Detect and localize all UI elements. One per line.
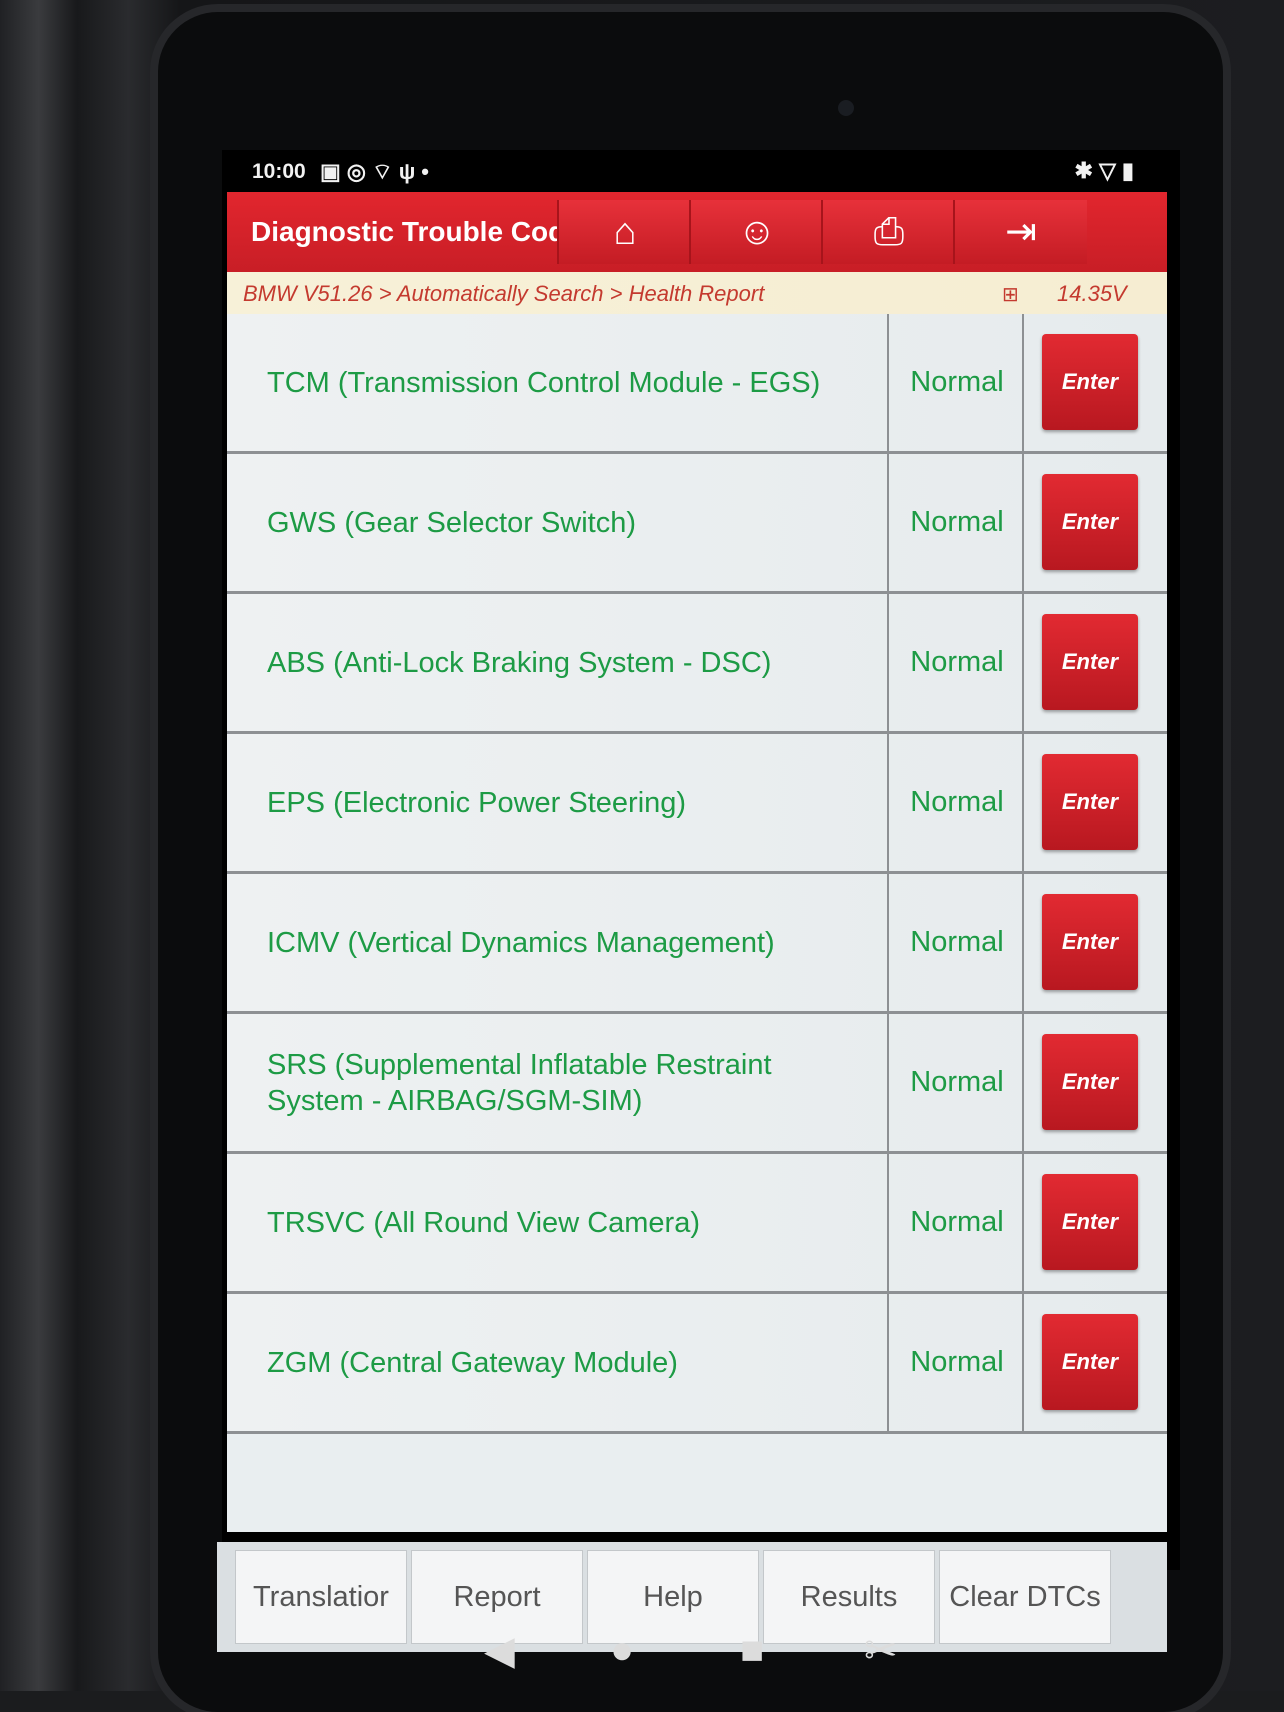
column-divider: [1022, 874, 1024, 1011]
column-divider: [887, 594, 889, 731]
title-bar: Diagnostic Trouble Cod ⌂ ☺ ⎙ ⇥: [227, 192, 1167, 272]
print-icon: ⎙: [873, 211, 905, 253]
module-row: GWS (Gear Selector Switch) Normal Enter: [227, 454, 1167, 594]
enter-button[interactable]: Enter: [1042, 614, 1138, 710]
system-icons: ✱▽▮: [1075, 158, 1140, 184]
module-row: TCM (Transmission Control Module - EGS) …: [227, 314, 1167, 454]
battery-voltage: 14.35V: [1057, 281, 1127, 306]
module-row: ICMV (Vertical Dynamics Management) Norm…: [227, 874, 1167, 1014]
breadcrumb: BMW V51.26 > Automatically Search > Heal…: [227, 272, 1167, 314]
enter-button[interactable]: Enter: [1042, 1314, 1138, 1410]
breadcrumb-path: BMW V51.26 > Automatically Search > Heal…: [243, 281, 765, 306]
print-button[interactable]: ⎙: [821, 200, 955, 264]
module-name: ICMV (Vertical Dynamics Management): [267, 926, 775, 959]
module-name: GWS (Gear Selector Switch): [267, 506, 637, 539]
usb-icon: ψ: [398, 159, 422, 184]
enter-button[interactable]: Enter: [1042, 474, 1138, 570]
enter-button[interactable]: Enter: [1042, 1174, 1138, 1270]
support-icon: ☺: [737, 211, 777, 253]
enter-button[interactable]: Enter: [1042, 334, 1138, 430]
dot-icon: •: [421, 159, 435, 184]
android-nav-bar: ◀ ● ■ ✂: [222, 1610, 1180, 1700]
exit-button[interactable]: ⇥: [953, 200, 1087, 264]
alarm-icon: ◎: [346, 159, 372, 184]
module-status: Normal: [910, 506, 1004, 538]
module-status: Normal: [910, 646, 1004, 678]
home-circle-icon[interactable]: ●: [610, 1628, 634, 1673]
clock: 10:00: [252, 160, 306, 183]
support-button[interactable]: ☺: [689, 200, 823, 264]
status-bar: 10:00 ▣◎⌔ψ• ✱▽▮: [252, 150, 1152, 192]
module-row: TRSVC (All Round View Camera) Normal Ent…: [227, 1154, 1167, 1294]
enter-button[interactable]: Enter: [1042, 894, 1138, 990]
module-name: ZGM (Central Gateway Module): [267, 1346, 678, 1379]
column-divider: [887, 734, 889, 871]
enter-button[interactable]: Enter: [1042, 754, 1138, 850]
battery-icon: ▮: [1121, 158, 1140, 183]
column-divider: [1022, 1154, 1024, 1291]
car-battery-icon: ⊞: [1002, 284, 1019, 306]
column-divider: [887, 314, 889, 451]
module-status: Normal: [910, 1346, 1004, 1378]
module-row: EPS (Electronic Power Steering) Normal E…: [227, 734, 1167, 874]
home-icon: ⌂: [613, 211, 637, 253]
recents-icon[interactable]: ■: [740, 1628, 764, 1673]
device-screen: 10:00 ▣◎⌔ψ• ✱▽▮ Diagnostic Trouble Cod ⌂…: [217, 150, 1180, 1673]
module-status: Normal: [910, 366, 1004, 398]
module-name: TCM (Transmission Control Module - EGS): [267, 366, 821, 399]
column-divider: [1022, 594, 1024, 731]
column-divider: [887, 874, 889, 1011]
module-name: SRS (Supplemental Inflatable Restraint S…: [267, 1048, 772, 1117]
module-row: SRS (Supplemental Inflatable Restraint S…: [227, 1014, 1167, 1154]
column-divider: [1022, 454, 1024, 591]
column-divider: [887, 1014, 889, 1151]
module-status: Normal: [910, 926, 1004, 958]
module-status: Normal: [910, 1066, 1004, 1098]
column-divider: [887, 1154, 889, 1291]
column-divider: [887, 1294, 889, 1431]
wifi-off-icon: ⌔: [372, 159, 399, 184]
column-divider: [1022, 1014, 1024, 1151]
diagnostic-app: Diagnostic Trouble Cod ⌂ ☺ ⎙ ⇥ BMW V51.2…: [217, 192, 1167, 1652]
page-title: Diagnostic Trouble Cod: [251, 216, 561, 247]
screenshot-icon[interactable]: ✂: [864, 1628, 898, 1674]
column-divider: [887, 454, 889, 591]
bluetooth-icon: ✱: [1074, 158, 1099, 183]
module-row: ABS (Anti-Lock Braking System - DSC) Nor…: [227, 594, 1167, 734]
module-name: TRSVC (All Round View Camera): [267, 1206, 700, 1239]
front-camera: [838, 100, 854, 116]
module-list: TCM (Transmission Control Module - EGS) …: [227, 314, 1167, 1434]
module-row: ZGM (Central Gateway Module) Normal Ente…: [227, 1294, 1167, 1434]
notification-icons: ▣◎⌔ψ•: [320, 158, 435, 186]
module-name: ABS (Anti-Lock Braking System - DSC): [267, 646, 772, 679]
exit-icon: ⇥: [1005, 211, 1037, 253]
home-button[interactable]: ⌂: [557, 200, 691, 264]
module-status: Normal: [910, 786, 1004, 818]
column-divider: [1022, 1294, 1024, 1431]
image-icon: ▣: [320, 159, 347, 184]
module-status: Normal: [910, 1206, 1004, 1238]
module-name: EPS (Electronic Power Steering): [267, 786, 687, 819]
signal-icon: ▽: [1098, 158, 1122, 183]
back-icon[interactable]: ◀: [484, 1628, 515, 1674]
column-divider: [1022, 734, 1024, 871]
column-divider: [1022, 314, 1024, 451]
enter-button[interactable]: Enter: [1042, 1034, 1138, 1130]
